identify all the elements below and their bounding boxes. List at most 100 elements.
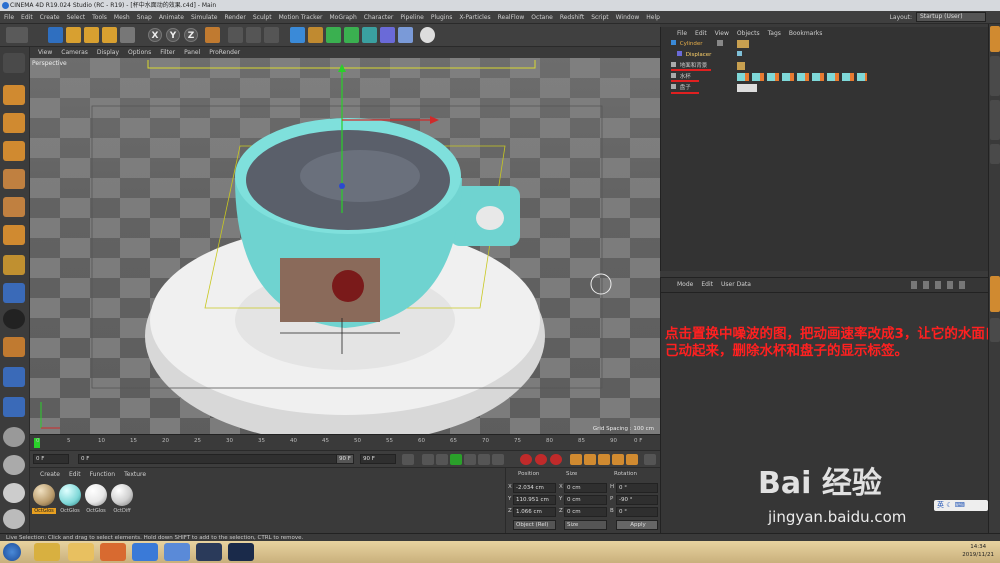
attributes-tab[interactable] <box>990 276 1000 312</box>
position-z-field[interactable]: 1.066 cm <box>513 507 556 517</box>
x-axis-lock-button[interactable]: X <box>148 28 162 42</box>
undo-icon[interactable] <box>6 27 28 43</box>
polygons-mode-icon[interactable] <box>3 225 25 245</box>
material-item[interactable]: OctGlos <box>32 484 56 514</box>
menu-x-particles[interactable]: X-Particles <box>459 14 490 21</box>
size-x-field[interactable]: 0 cm <box>564 483 607 493</box>
menu-realflow[interactable]: RealFlow <box>498 14 525 21</box>
menu-animate[interactable]: Animate <box>159 14 184 21</box>
photoshop-icon[interactable] <box>228 543 254 561</box>
takes-tab[interactable] <box>990 56 1000 96</box>
camera-icon[interactable] <box>398 27 413 43</box>
size-y-field[interactable]: 0 cm <box>564 495 607 505</box>
objects-tab[interactable] <box>990 26 1000 52</box>
perspective-viewport[interactable]: Perspective Grid Spacing : 100 cm <box>30 58 660 434</box>
grid-icon[interactable] <box>3 367 25 387</box>
frame-range-start-field[interactable]: 0 F <box>78 454 354 464</box>
frame-range-end-field[interactable]: 90 F <box>336 454 354 464</box>
menu-script[interactable]: Script <box>591 14 608 21</box>
scene-icon[interactable] <box>380 27 395 43</box>
axis-mode-icon[interactable] <box>3 255 25 275</box>
rotate-icon[interactable] <box>102 27 117 43</box>
z-axis-lock-button[interactable]: Z <box>184 28 198 42</box>
menu-motion-tracker[interactable]: Motion Tracker <box>279 14 323 21</box>
size-mode-dropdown[interactable]: Size <box>564 520 607 530</box>
material-item[interactable]: OctGlos <box>84 484 108 514</box>
record-icon[interactable] <box>520 454 532 465</box>
timeline[interactable]: 0 5 10 15 20 25 30 35 40 45 50 55 60 65 … <box>30 434 660 450</box>
rotation-b-field[interactable]: 0 ° <box>616 507 658 517</box>
system-clock[interactable]: 14:34 2019/11/21 <box>962 543 994 559</box>
recent-tools-icon[interactable] <box>120 27 135 43</box>
workplane-lock-icon[interactable] <box>3 337 25 357</box>
material-sphere-icon[interactable] <box>3 455 25 475</box>
paint-icon[interactable] <box>3 397 25 417</box>
object-menu-file[interactable]: File <box>677 30 687 37</box>
param-key-icon[interactable] <box>612 454 624 465</box>
visibility-dots-icon[interactable] <box>717 40 723 46</box>
ime-toolbar[interactable]: 英 ☾ ⌨ <box>934 500 988 511</box>
rotation-h-field[interactable]: 0 ° <box>616 483 658 493</box>
live-selection-icon[interactable] <box>48 27 63 43</box>
material-menu-texture[interactable]: Texture <box>124 471 146 478</box>
render-settings-icon[interactable] <box>264 27 279 43</box>
rotation-p-field[interactable]: -90 ° <box>616 495 658 505</box>
viewport-menu-options[interactable]: Options <box>128 49 151 56</box>
move-icon[interactable] <box>66 27 81 43</box>
scale-icon[interactable] <box>84 27 99 43</box>
browser-icon[interactable] <box>132 543 158 561</box>
render-picture-viewer-icon[interactable] <box>246 27 261 43</box>
goto-start-icon[interactable] <box>402 454 414 465</box>
menu-pipeline[interactable]: Pipeline <box>400 14 423 21</box>
media-player-icon[interactable] <box>100 543 126 561</box>
menu-tools[interactable]: Tools <box>92 14 107 21</box>
position-x-field[interactable]: -2.034 cm <box>513 483 556 493</box>
next-key-icon[interactable] <box>478 454 490 465</box>
menu-edit[interactable]: Edit <box>21 14 33 21</box>
menu-render[interactable]: Render <box>224 14 245 21</box>
play-icon[interactable] <box>450 454 462 465</box>
material-menu-function[interactable]: Function <box>90 471 116 478</box>
goto-end-icon[interactable] <box>492 454 504 465</box>
max-frame-field[interactable]: 90 F <box>360 454 396 464</box>
pen-icon[interactable] <box>308 27 323 43</box>
array-icon[interactable] <box>344 27 359 43</box>
viewport-menu-prorender[interactable]: ProRender <box>209 49 240 56</box>
menu-window[interactable]: Window <box>616 14 640 21</box>
object-row-cylinder[interactable]: Cylinder <box>671 40 703 49</box>
object-menu-view[interactable]: View <box>715 30 729 37</box>
viewport-menu-filter[interactable]: Filter <box>160 49 175 56</box>
size-z-field[interactable]: 0 cm <box>564 507 607 517</box>
apply-button[interactable]: Apply <box>616 520 658 530</box>
deformer-icon[interactable] <box>362 27 377 43</box>
menu-create[interactable]: Create <box>40 14 60 21</box>
folder-icon[interactable] <box>68 543 94 561</box>
prev-frame-icon[interactable] <box>436 454 448 465</box>
menu-octane[interactable]: Octane <box>531 14 553 21</box>
network-icon[interactable] <box>164 543 190 561</box>
material-menu-edit[interactable]: Edit <box>69 471 81 478</box>
object-menu-objects[interactable]: Objects <box>737 30 760 37</box>
material-menu-create[interactable]: Create <box>40 471 60 478</box>
coordinate-system-icon[interactable] <box>205 27 220 43</box>
sphere-icon[interactable] <box>3 427 25 447</box>
position-y-field[interactable]: 110.951 cm <box>513 495 556 505</box>
sky-icon[interactable] <box>3 509 25 529</box>
texture-tag-icon[interactable] <box>737 51 742 56</box>
attribute-menu-mode[interactable]: Mode <box>677 281 693 288</box>
object-menu-bookmarks[interactable]: Bookmarks <box>789 30 823 37</box>
y-axis-lock-button[interactable]: Y <box>166 28 180 42</box>
subdivision-surface-icon[interactable] <box>326 27 341 43</box>
viewport-menu-display[interactable]: Display <box>97 49 119 56</box>
object-menu-edit[interactable]: Edit <box>695 30 707 37</box>
model-mode-icon[interactable] <box>3 85 25 105</box>
ground-tag-icon[interactable] <box>737 62 745 70</box>
next-frame-icon[interactable] <box>464 454 476 465</box>
plate-tags-icon[interactable] <box>737 84 757 92</box>
pla-key-icon[interactable] <box>626 454 638 465</box>
light-icon[interactable] <box>420 27 435 43</box>
half-sphere-icon[interactable] <box>3 483 25 503</box>
menu-mesh[interactable]: Mesh <box>114 14 130 21</box>
scale-key-icon[interactable] <box>584 454 596 465</box>
snap-icon[interactable] <box>3 309 25 329</box>
